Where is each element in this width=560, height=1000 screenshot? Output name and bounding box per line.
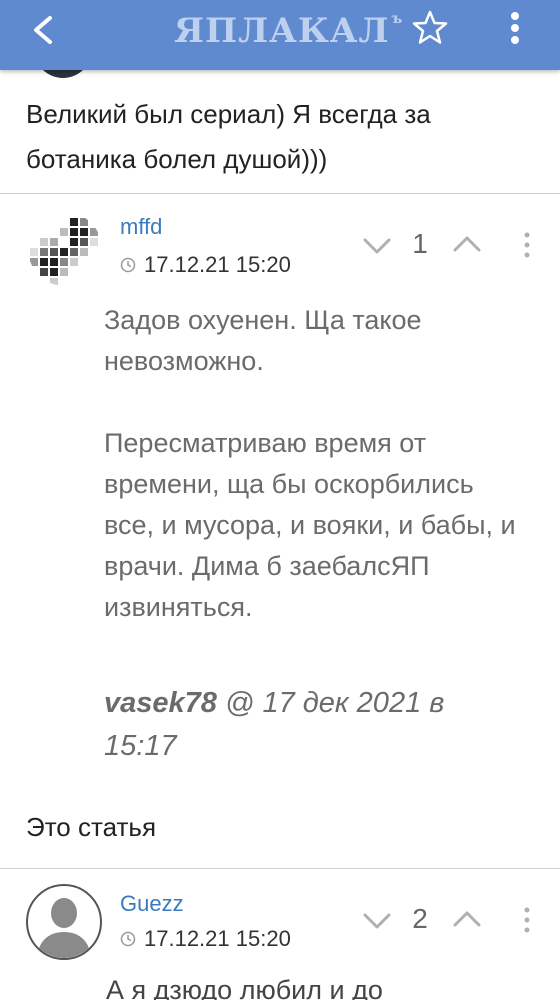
default-user-icon [26, 884, 102, 960]
vote-up-button[interactable] [450, 907, 484, 931]
chevron-up-icon [453, 911, 481, 927]
chevron-up-icon [453, 236, 481, 252]
chevron-down-icon [363, 913, 391, 929]
avatar[interactable] [25, 883, 103, 961]
inline-text: Это статья [26, 812, 157, 842]
clock-icon [120, 257, 136, 273]
timestamp-text: 17.12.21 15:20 [144, 252, 291, 277]
quote-attribution: vasek78 @ 17 дек 2021 в 15:17 [104, 682, 524, 768]
comment-timestamp: 17.12.21 15:20 [120, 252, 291, 278]
logo-text: ЯПЛАКАЛ [174, 11, 390, 51]
previous-comment-text: Великий был сериал) Я всегда за ботаника… [26, 99, 431, 174]
comment-body: Задов охуенен. Ща такое невозможно. Пере… [104, 305, 516, 622]
vote-down-button[interactable] [360, 909, 394, 933]
kebab-menu-icon [524, 232, 530, 258]
quote-author[interactable]: vasek78 [104, 687, 217, 719]
comment-author[interactable]: mffd [120, 214, 162, 240]
overflow-menu-button[interactable] [500, 8, 530, 48]
back-button[interactable] [24, 10, 64, 50]
chevron-down-icon [363, 238, 391, 254]
comment-menu-button[interactable] [518, 905, 536, 935]
comment-item: mffd 17.12.21 15:20 1 Задов охуенен. Ща … [0, 194, 560, 869]
comment-body: А я дзюдо любил и до [106, 975, 383, 1000]
avatar[interactable] [28, 212, 102, 286]
comment-author[interactable]: Guezz [120, 891, 184, 917]
favorite-button[interactable] [410, 8, 450, 48]
timestamp-text: 17.12.21 15:20 [144, 926, 291, 951]
site-logo[interactable]: ЯПЛАКАЛ ъ [174, 11, 403, 51]
vote-count: 2 [412, 903, 428, 934]
comment-menu-button[interactable] [518, 230, 536, 260]
top-app-bar: ЯПЛАКАЛ ъ [0, 0, 560, 70]
comment-timestamp: 17.12.21 15:20 [120, 926, 291, 952]
kebab-menu-icon [511, 12, 519, 44]
vote-down-button[interactable] [360, 234, 394, 258]
logo-superscript: ъ [391, 11, 404, 27]
clock-icon [120, 931, 136, 947]
vote-up-button[interactable] [450, 232, 484, 256]
chevron-left-icon [34, 16, 52, 44]
vote-count: 1 [412, 228, 428, 259]
kebab-menu-icon [524, 907, 530, 933]
star-outline-icon [412, 10, 448, 44]
